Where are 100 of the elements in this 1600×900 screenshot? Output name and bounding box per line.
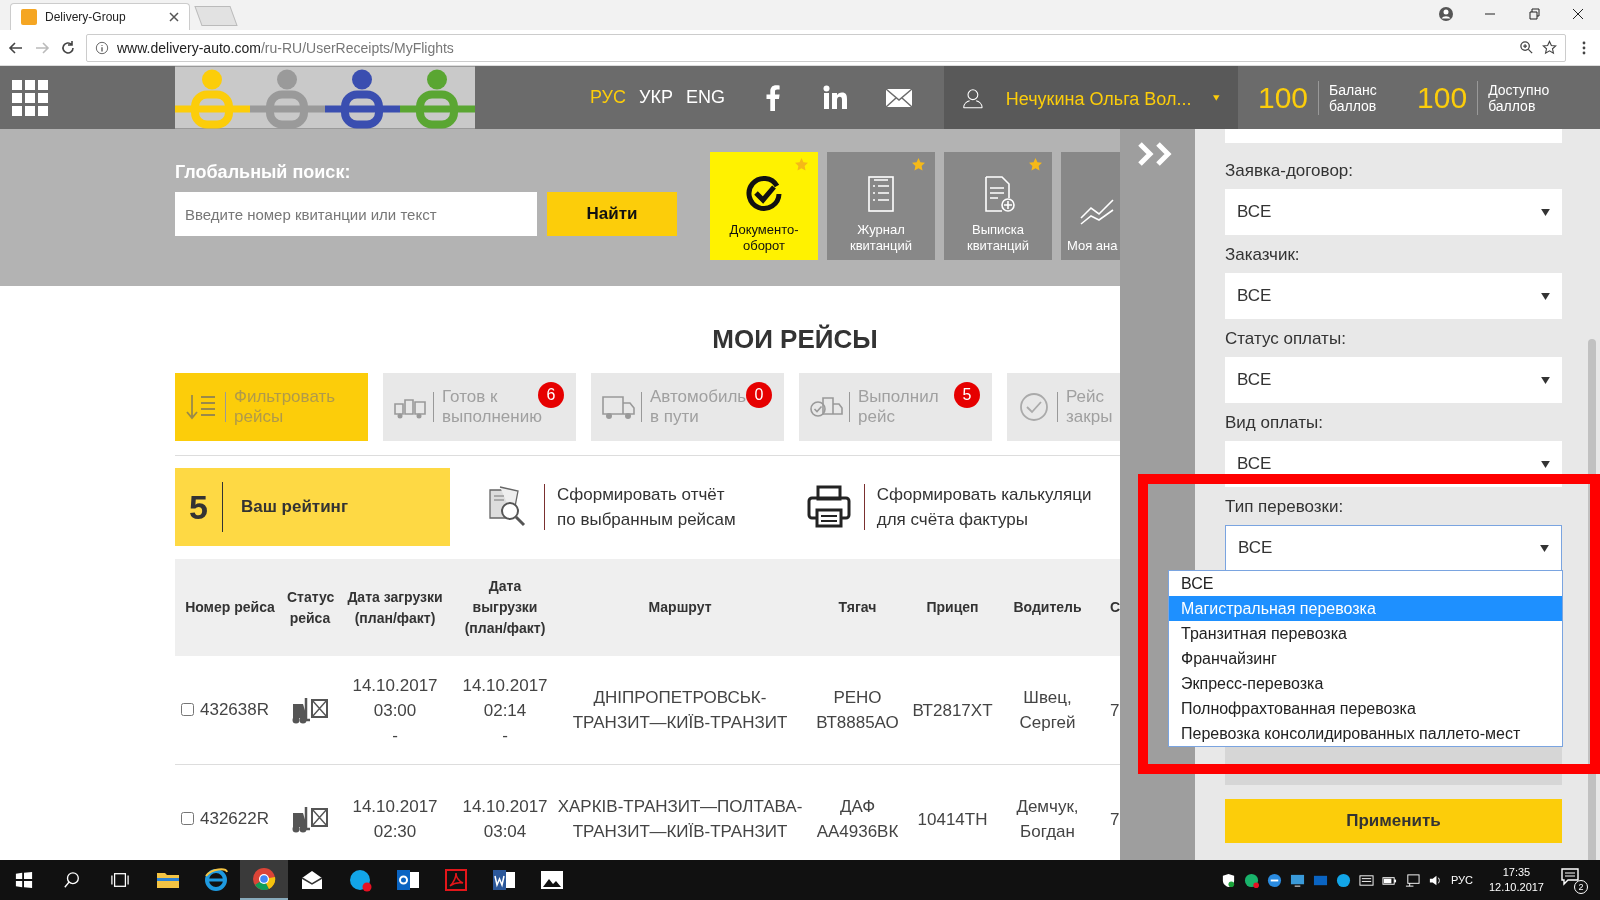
profile-icon[interactable]	[1438, 6, 1454, 22]
search-button[interactable]: Найти	[547, 192, 677, 236]
row-checkbox[interactable]	[181, 703, 194, 716]
dropdown-option[interactable]: Перевозка консолидированных паллето-мест	[1169, 721, 1562, 746]
mail-icon	[300, 868, 324, 892]
report-magnifier-icon	[486, 484, 545, 530]
dropdown-option[interactable]: Полнофрахтованная перевозка	[1169, 696, 1562, 721]
dropdown-option[interactable]: ВСЕ	[1169, 571, 1562, 596]
points-value: 100	[1417, 80, 1479, 115]
field-label: Заявка-договор:	[1225, 161, 1354, 181]
table-cell: Швец, Сергей	[995, 656, 1100, 765]
printer-icon	[805, 484, 865, 530]
restore-icon[interactable]	[1526, 6, 1542, 22]
report-action[interactable]: Сформировать отчёт по выбранным рейсам	[486, 482, 736, 532]
language-link[interactable]: РУС	[590, 87, 627, 108]
column-header: Тягач	[805, 559, 910, 656]
scrollbar[interactable]	[1588, 339, 1596, 860]
e-browser-icon	[204, 868, 228, 892]
field-label: Заказчик:	[1225, 245, 1301, 265]
count-badge: 0	[746, 382, 772, 408]
round-browser-icon	[252, 867, 276, 891]
browser-tab[interactable]: Delivery-Group	[10, 3, 190, 30]
column-header: Маршрут	[555, 559, 805, 656]
flight-number: 432638R	[200, 699, 269, 721]
chat-icon	[348, 868, 372, 892]
taskbar-app[interactable]	[240, 860, 288, 900]
table-cell: 14.10.2017 02:14 -	[455, 656, 555, 765]
language-link[interactable]: ENG	[686, 87, 725, 108]
close-icon[interactable]	[169, 12, 179, 22]
chat-icon[interactable]	[1335, 872, 1351, 888]
shortcut-tile[interactable]: Выписка квитанций	[944, 152, 1052, 260]
apply-button[interactable]: Применить	[1225, 799, 1562, 843]
column-header: Водитель	[995, 559, 1100, 656]
table-cell: ВТ2817ХТ	[910, 656, 995, 765]
photos-icon	[540, 868, 564, 892]
search-title: Глобальный поиск:	[175, 162, 352, 183]
shortcut-tile[interactable]: Журнал квитанций	[827, 152, 935, 260]
status-filter-button[interactable]: Готов к выполнению 6	[383, 373, 576, 441]
info-icon	[95, 40, 109, 55]
language-link[interactable]: УКР	[639, 87, 673, 108]
select-field[interactable]: ВСЕ	[1225, 273, 1562, 319]
network-icon[interactable]	[1404, 872, 1420, 888]
sort-list-icon	[185, 392, 226, 422]
pdf-icon	[444, 868, 468, 892]
caret-icon	[1213, 92, 1220, 103]
column-header: Номер рейса	[175, 559, 285, 656]
site-logo-icon	[21, 9, 37, 25]
star-icon[interactable]	[1542, 40, 1557, 55]
field-label: Вид оплаты:	[1225, 413, 1324, 433]
clock[interactable]: 17:35 12.10.2017	[1488, 865, 1544, 895]
tray-app-icon[interactable]	[1243, 872, 1259, 888]
page-title: МОИ РЕЙСЫ	[711, 324, 879, 355]
notification-count: 2	[1574, 880, 1588, 894]
reload-icon[interactable]	[60, 39, 76, 56]
points-value: 100	[1258, 80, 1320, 115]
forklift-icon	[291, 696, 329, 724]
column-header: С	[1100, 559, 1120, 656]
address-field[interactable]: www.delivery-auto.com/ru-RU/UserReceipts/MyFlights	[86, 33, 1566, 62]
column-header: Дата выгрузки (план/факт)	[455, 559, 555, 656]
table-cell: РЕНО ВТ8885АО	[805, 656, 910, 765]
caret-icon	[1541, 292, 1550, 300]
field-label: Тип перевозки:	[1225, 497, 1345, 517]
dropdown-option[interactable]: Экпресс-перевозка	[1169, 671, 1562, 696]
shortcut-tile[interactable]: Документо-оборот	[710, 152, 818, 260]
user-menu[interactable]: Нечукина Ольга Вол...	[944, 66, 1238, 129]
status-filter-button[interactable]: Выполнил рейс 5	[799, 373, 992, 441]
monitor-icon[interactable]	[1289, 872, 1305, 888]
row-checkbox[interactable]	[181, 812, 194, 825]
select-field[interactable]	[1225, 129, 1562, 143]
dropdown-option[interactable]: Транзитная перевозка	[1169, 621, 1562, 646]
report-action[interactable]: Сформировать калькуляци для счёта фактуры	[805, 482, 1092, 532]
column-header: Дата загрузки (план/факт)	[335, 559, 455, 656]
outlook-icon	[396, 868, 420, 892]
points-label: Баланс баллов	[1328, 81, 1378, 114]
back-icon[interactable]	[8, 39, 24, 56]
keyboard-icon[interactable]	[1358, 872, 1374, 888]
table-cell: 14.10.2017 03:00 -	[335, 656, 455, 765]
caret-icon	[1541, 460, 1550, 468]
close-icon[interactable]	[1570, 6, 1586, 22]
rating-label: Ваш рейтинг	[240, 497, 348, 517]
flight-number: 432622R	[200, 808, 269, 830]
column-header: Прицеп	[910, 559, 995, 656]
chat-bubble-icon[interactable]	[1266, 872, 1282, 888]
select-field[interactable]: ВСЕ	[1225, 357, 1562, 403]
count-badge: 6	[538, 382, 564, 408]
shield-icon[interactable]	[1220, 872, 1236, 888]
select-field[interactable]: ВСЕ	[1225, 189, 1562, 235]
caret-icon	[1540, 544, 1549, 552]
table-cell: ДНІПРОПЕТРОВСЬК-ТРАНЗИТ—КИЇВ-ТРАНЗИТ	[555, 656, 805, 765]
check-circle-icon	[744, 174, 784, 214]
search-field[interactable]: Введите номер квитанции или текст	[175, 192, 537, 236]
apps-grid-icon[interactable]	[12, 79, 48, 116]
caret-icon	[1541, 376, 1550, 384]
notifications-button[interactable]: 2	[1560, 866, 1588, 894]
dropdown-option[interactable]: Франчайзинг	[1169, 646, 1562, 671]
shortcut-tile[interactable]: Моя ана	[1061, 152, 1120, 260]
status-filter-button[interactable]: Автомобиль в пути 0	[591, 373, 784, 441]
field-label: Статус оплаты:	[1225, 329, 1347, 349]
input-language[interactable]: РУС	[1450, 874, 1473, 886]
zoom-icon[interactable]	[1519, 40, 1534, 55]
